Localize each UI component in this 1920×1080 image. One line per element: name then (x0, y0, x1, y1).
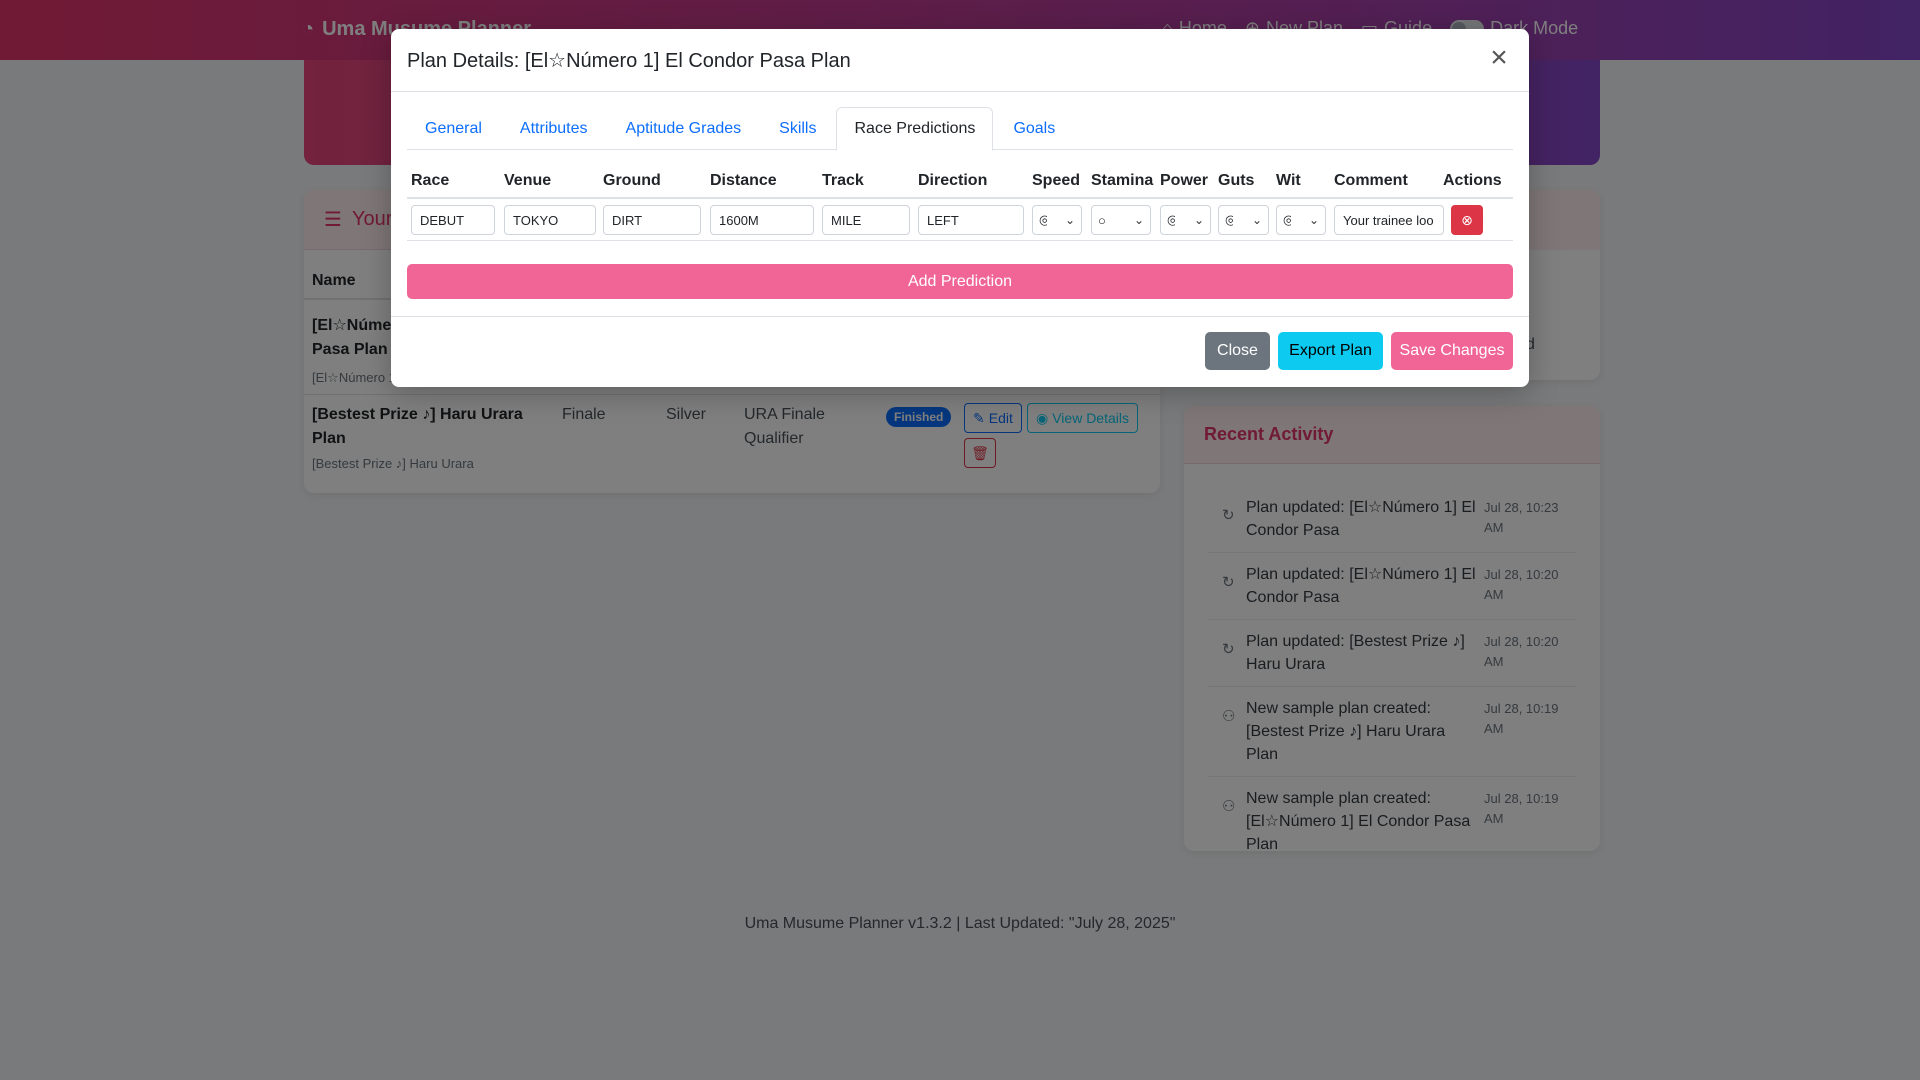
col-track: Track (822, 172, 864, 189)
add-prediction-button[interactable]: Add Prediction (407, 264, 1513, 299)
venue-input[interactable]: TOKYO (504, 205, 596, 235)
save-changes-button[interactable]: Save Changes (1391, 332, 1513, 370)
col-venue: Venue (504, 172, 552, 189)
col-speed: Speed (1032, 172, 1081, 189)
race-input[interactable]: DEBUT (411, 205, 495, 235)
chevron-down-icon: ⌄ (1064, 213, 1075, 227)
tab-attributes[interactable]: Attributes (502, 107, 606, 150)
chevron-down-icon: ⌄ (1308, 213, 1319, 227)
distance-input[interactable]: 1600M (710, 205, 814, 235)
stamina-select[interactable]: ○ ⌄ (1091, 205, 1151, 235)
col-distance: Distance (710, 172, 777, 189)
tab-general[interactable]: General (407, 107, 500, 150)
tab-skills[interactable]: Skills (761, 107, 834, 150)
track-input[interactable]: MILE (822, 205, 910, 235)
modal-footer: Close Export Plan Save Changes (391, 316, 1529, 387)
tab-goals[interactable]: Goals (995, 107, 1073, 150)
race-predictions-table: Race Venue Ground Distance Track Directi… (407, 166, 1513, 241)
col-guts: Guts (1218, 172, 1255, 189)
x-circle-icon: ⊗ (1461, 211, 1473, 228)
col-direction: Direction (918, 172, 988, 189)
guts-select[interactable]: ◎⌄ (1218, 205, 1269, 235)
col-actions: Actions (1443, 172, 1502, 189)
export-plan-button[interactable]: Export Plan (1278, 332, 1383, 370)
chevron-down-icon: ⌄ (1193, 213, 1204, 227)
col-ground: Ground (603, 172, 661, 189)
modal-title: Plan Details: [El☆Número 1] El Condor Pa… (407, 49, 851, 72)
col-comment: Comment (1334, 172, 1408, 189)
close-icon[interactable]: × (1483, 43, 1515, 75)
table-header: Race Venue Ground Distance Track Directi… (407, 166, 1513, 199)
col-wit: Wit (1276, 172, 1301, 189)
chevron-down-icon: ⌄ (1133, 213, 1144, 227)
direction-input[interactable]: LEFT (918, 205, 1024, 235)
col-stamina: Stamina (1091, 172, 1154, 189)
modal-tabs: General Attributes Aptitude Grades Skill… (407, 107, 1513, 151)
table-row: DEBUT TOKYO DIRT 1600M MILE LEFT ◎⌄ ○⌄ ◎… (407, 199, 1513, 241)
modal-header: Plan Details: [El☆Número 1] El Condor Pa… (391, 29, 1529, 92)
tab-aptitude-grades[interactable]: Aptitude Grades (608, 107, 760, 150)
chevron-down-icon: ⌄ (1251, 213, 1262, 227)
power-select[interactable]: ◎⌄ (1160, 205, 1211, 235)
tab-race-predictions[interactable]: Race Predictions (836, 107, 994, 151)
ground-input[interactable]: DIRT (603, 205, 701, 235)
remove-prediction-button[interactable]: ⊗ (1451, 205, 1483, 235)
plan-details-modal: Plan Details: [El☆Número 1] El Condor Pa… (391, 29, 1529, 387)
col-power: Power (1160, 172, 1209, 189)
col-race: Race (411, 172, 450, 189)
comment-input[interactable]: Your trainee loo (1334, 205, 1444, 235)
wit-select[interactable]: ◎⌄ (1276, 205, 1326, 235)
speed-select[interactable]: ◎⌄ (1032, 205, 1082, 235)
close-button[interactable]: Close (1205, 332, 1270, 370)
